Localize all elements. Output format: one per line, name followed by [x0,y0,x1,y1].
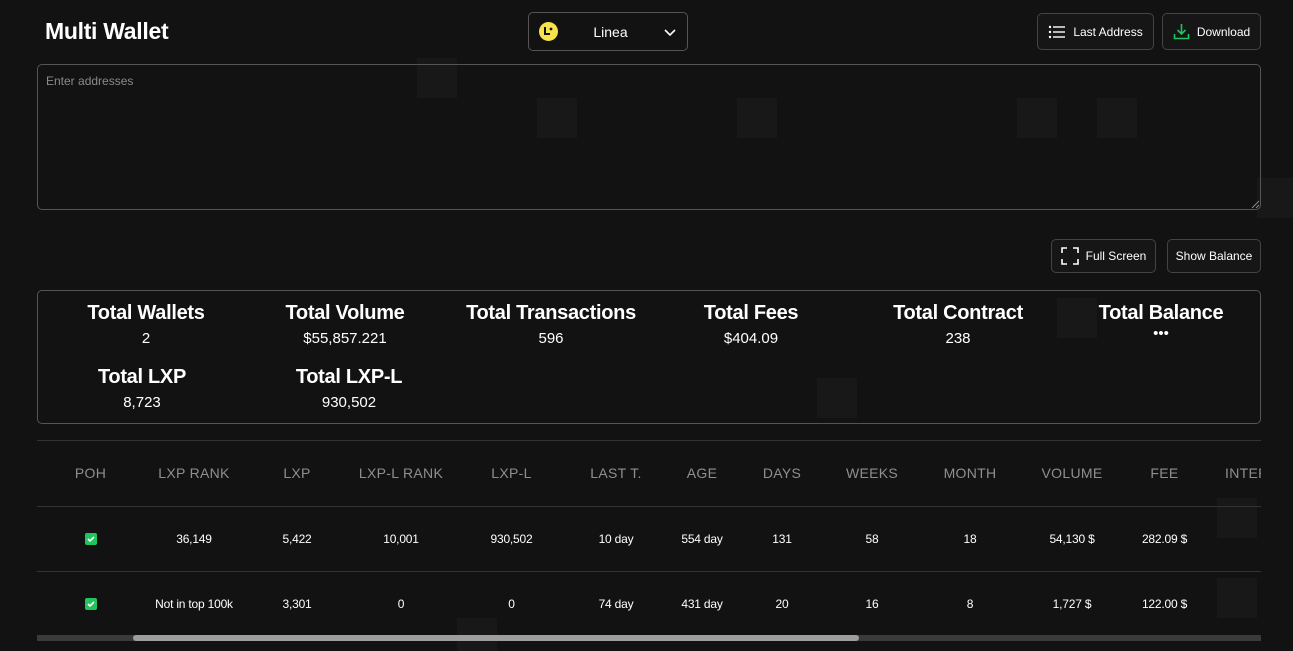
stat-total-volume: Total Volume $55,857.221 [245,302,445,347]
show-balance-button[interactable]: Show Balance [1167,239,1261,273]
stat-label: Total Transactions [466,302,636,324]
chevron-down-icon [664,28,676,36]
stats-card: Total Wallets 2 Total Volume $55,857.221… [37,290,1261,424]
network-label: Linea [593,23,628,40]
stat-value: 596 [538,330,564,347]
download-button[interactable]: Download [1162,13,1261,50]
column-header-volume[interactable]: VOLUME [1017,441,1127,507]
lxp-l-rank-cell: 10,001 [350,506,452,572]
lxp-cell: 3,301 [244,571,350,637]
table-row: Not in top 100k 3,301 0 0 74 day 431 day… [37,571,1261,637]
column-header-lxp-l-rank[interactable]: LXP-L RANK [350,441,452,507]
age-cell: 431 day [661,571,743,637]
stat-total-contract: Total Contract 238 [858,302,1058,347]
fee-cell: 122.00 $ [1127,571,1202,637]
stat-label: Total Wallets [87,302,205,324]
stat-label: Total LXP [97,366,187,388]
lxp-rank-cell: 36,149 [144,506,244,572]
stat-value: $55,857.221 [303,330,387,347]
weeks-cell: 16 [821,571,923,637]
checkmark-icon [84,533,97,546]
lxp-l-rank-cell: 0 [350,571,452,637]
stat-label: Total Volume [285,302,405,324]
wallet-table: POH LXP RANK LXP LXP-L RANK LXP-L LAST T… [37,441,1261,637]
download-label: Download [1196,24,1251,39]
linea-logo-icon [539,22,558,41]
inter-cell [1202,571,1261,637]
days-cell: 131 [743,506,821,572]
stat-label: Total LXP-L [295,366,403,388]
wallet-table-container: POH LXP RANK LXP LXP-L RANK LXP-L LAST T… [37,440,1261,641]
weeks-cell: 58 [821,506,923,572]
lxp-l-cell: 0 [452,571,571,637]
stat-label: Total Balance [1098,302,1224,324]
download-icon [1173,24,1190,40]
column-header-days[interactable]: DAYS [743,441,821,507]
lxp-cell: 5,422 [244,506,350,572]
stat-total-lxp: Total LXP 8,723 [42,366,242,411]
table-header-row: POH LXP RANK LXP LXP-L RANK LXP-L LAST T… [37,441,1261,507]
stat-value: 238 [945,330,971,347]
stat-value: 8,723 [123,394,161,411]
column-header-poh[interactable]: POH [37,441,144,507]
column-header-last-t[interactable]: LAST T. [571,441,661,507]
column-header-lxp-l[interactable]: LXP-L [452,441,571,507]
show-balance-label: Show Balance [1175,249,1253,263]
column-header-lxp[interactable]: LXP [244,441,350,507]
stat-label: Total Contract [893,302,1023,324]
list-icon [1049,25,1066,38]
column-header-inter[interactable]: INTER [1202,441,1261,507]
checkmark-icon [84,598,97,611]
volume-cell: 54,130 $ [1017,506,1127,572]
volume-cell: 1,727 $ [1017,571,1127,637]
last-address-label: Last Address [1073,24,1143,39]
column-header-lxp-rank[interactable]: LXP RANK [144,441,244,507]
addresses-input[interactable] [37,64,1261,210]
stat-total-transactions: Total Transactions 596 [451,302,651,347]
fullscreen-icon [1060,247,1079,265]
stat-total-fees: Total Fees $404.09 [651,302,851,347]
fee-cell: 282.09 $ [1127,506,1202,572]
stat-value: 2 [141,330,151,347]
stat-total-balance: Total Balance ••• [1061,302,1261,342]
resize-grip-icon[interactable] [1251,200,1260,209]
lxp-rank-cell: Not in top 100k [144,571,244,637]
column-header-weeks[interactable]: WEEKS [821,441,923,507]
stat-value: ••• [1153,325,1169,342]
table-row: 36,149 5,422 10,001 930,502 10 day 554 d… [37,506,1261,572]
stat-label: Total Fees [703,302,799,324]
full-screen-label: Full Screen [1085,249,1147,263]
page-title: Multi Wallet [45,18,169,44]
age-cell: 554 day [661,506,743,572]
stat-value: $404.09 [723,330,779,347]
network-select[interactable]: Linea [528,12,688,51]
month-cell: 18 [923,506,1017,572]
last-t-cell: 10 day [571,506,661,572]
column-header-fee[interactable]: FEE [1127,441,1202,507]
column-header-age[interactable]: AGE [661,441,743,507]
stat-total-lxp-l: Total LXP-L 930,502 [249,366,449,411]
stat-value: 930,502 [321,394,377,411]
inter-cell [1202,506,1261,572]
last-address-button[interactable]: Last Address [1037,13,1154,50]
stat-total-wallets: Total Wallets 2 [46,302,246,347]
horizontal-scrollbar-thumb[interactable] [133,635,859,641]
days-cell: 20 [743,571,821,637]
last-t-cell: 74 day [571,571,661,637]
column-header-month[interactable]: MONTH [923,441,1017,507]
lxp-l-cell: 930,502 [452,506,571,572]
poh-cell [37,506,144,572]
poh-cell [37,571,144,637]
month-cell: 8 [923,571,1017,637]
full-screen-button[interactable]: Full Screen [1051,239,1156,273]
background-tile [1257,178,1293,218]
